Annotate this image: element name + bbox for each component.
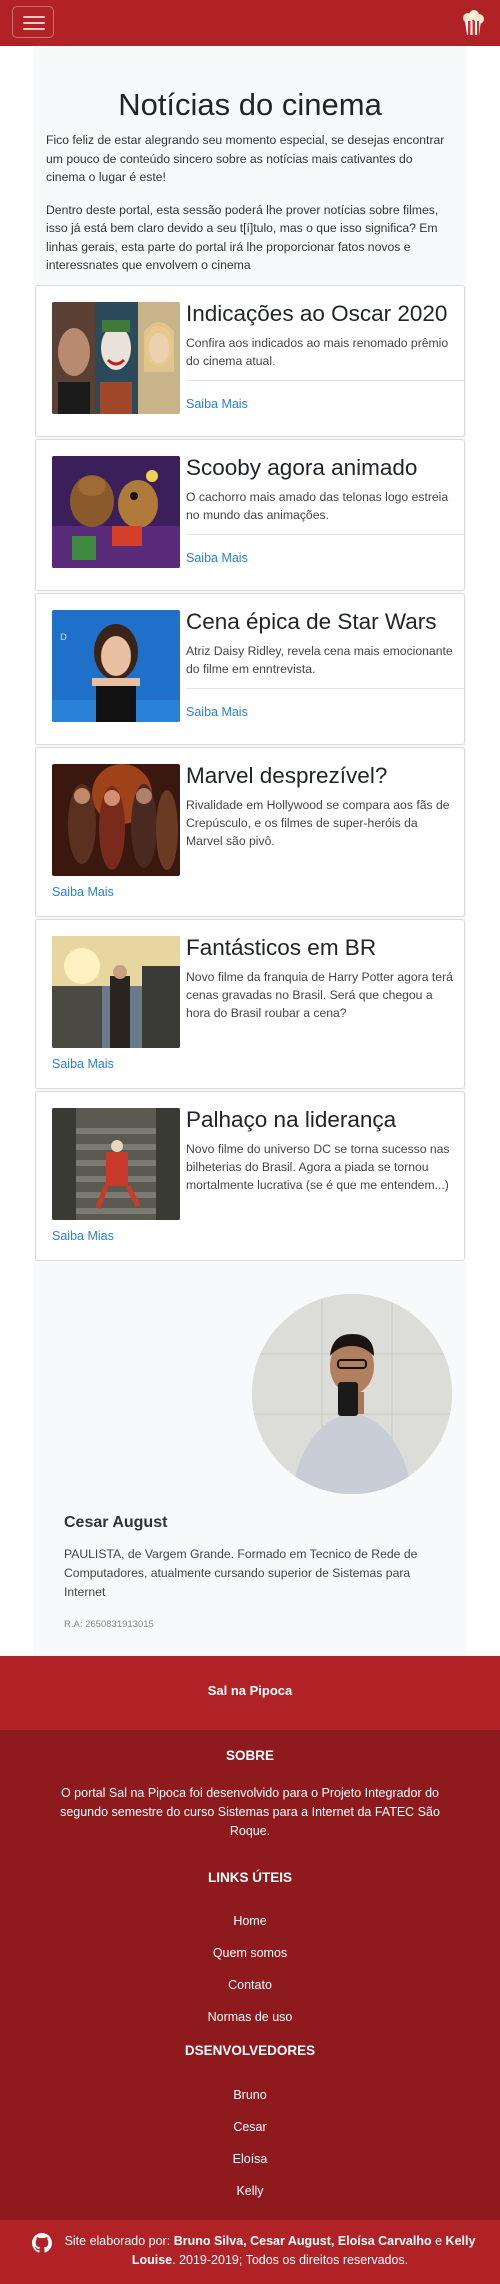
profile-avatar bbox=[252, 1293, 452, 1494]
useful-links-heading: LINKS ÚTEIS bbox=[207, 1870, 292, 1885]
read-more-link[interactable]: Saiba Mais bbox=[186, 397, 248, 411]
developer-profile: Cesar August PAULISTA, de Vargem Grande.… bbox=[34, 1269, 466, 1669]
read-more-link[interactable]: Saiba Mias bbox=[52, 1229, 114, 1243]
footer-link-contact[interactable]: Contato bbox=[0, 1978, 500, 1992]
marvel-avengers-image bbox=[52, 763, 180, 876]
fantastic-beasts-image bbox=[52, 935, 180, 1048]
top-navbar bbox=[0, 0, 500, 46]
news-title: Fantásticos em BR bbox=[186, 934, 377, 960]
news-title: Marvel desprezível? bbox=[186, 762, 388, 788]
footer-link-home[interactable]: Home bbox=[0, 1914, 500, 1928]
about-text: O portal Sal na Pipoca foi desenvolvido … bbox=[60, 1786, 440, 1838]
intro-paragraph-2: Dentro deste portal, esta sessão poderá … bbox=[46, 202, 439, 273]
news-text: Novo filme do universo DC se torna suces… bbox=[186, 1141, 450, 1192]
news-card-oscar: Indicações ao Oscar 2020 Confira aos ind… bbox=[35, 284, 465, 437]
scooby-movie-image bbox=[52, 455, 180, 568]
footer-dev-eloisa[interactable]: Eloísa bbox=[0, 2152, 500, 2166]
about-heading: SOBRE bbox=[225, 1748, 274, 1763]
footer-dev-kelly[interactable]: Kelly bbox=[0, 2184, 500, 2198]
svg-text:D: D bbox=[60, 633, 67, 643]
read-more-link[interactable]: Saiba Mais bbox=[186, 705, 248, 719]
footer-brand: Sal na Pipoca bbox=[207, 1683, 293, 1698]
daisy-ridley-image: D bbox=[52, 609, 180, 722]
profile-name: Cesar August bbox=[64, 1513, 168, 1531]
page: Notícias do cinema Fico feliz de estar a… bbox=[0, 0, 500, 2284]
news-card-marvel: Marvel desprezível? Rivalidade em Hollyw… bbox=[35, 746, 465, 917]
read-more-link[interactable]: Saiba Mais bbox=[52, 885, 114, 899]
oscar-nominees-image bbox=[52, 301, 180, 414]
hamburger-menu-button[interactable] bbox=[12, 6, 54, 38]
news-card-fantastic: Fantásticos em BR Novo filme da franquia… bbox=[35, 918, 465, 1089]
news-text: Rivalidade em Hollywood se compara aos f… bbox=[186, 797, 450, 848]
read-more-link[interactable]: Saiba Mais bbox=[186, 551, 248, 565]
news-card-scooby: Scooby agora animado O cachorro mais ama… bbox=[35, 438, 465, 591]
developers-heading: DSENVOLVEDORES bbox=[184, 2043, 316, 2058]
news-title: Palhaço na liderança bbox=[186, 1106, 397, 1132]
hamburger-icon bbox=[23, 16, 45, 18]
news-text: Novo filme da franquia de Harry Potter a… bbox=[186, 969, 453, 1020]
profile-bio: PAULISTA, de Vargem Grande. Formado em T… bbox=[64, 1546, 418, 1599]
profile-ra: R.A: 2650831913015 bbox=[64, 1618, 154, 1630]
news-text: Atriz Daisy Ridley, revela cena mais emo… bbox=[186, 643, 453, 676]
news-text: O cachorro mais amado das telonas logo e… bbox=[186, 489, 449, 522]
footer-brand-bar: Sal na Pipoca bbox=[0, 1656, 500, 1730]
footer-link-terms[interactable]: Normas de uso bbox=[0, 2010, 500, 2024]
news-title: Scooby agora animado bbox=[186, 454, 418, 480]
read-more-link[interactable]: Saiba Mais bbox=[52, 1057, 114, 1071]
news-title: Cena épica de Star Wars bbox=[186, 608, 437, 634]
footer-dev-cesar[interactable]: Cesar bbox=[0, 2120, 500, 2134]
footer-dev-bruno[interactable]: Bruno bbox=[0, 2088, 500, 2102]
main-container: Notícias do cinema Fico feliz de estar a… bbox=[34, 46, 466, 1656]
page-title: Notícias do cinema bbox=[118, 87, 382, 122]
news-title: Indicações ao Oscar 2020 bbox=[186, 300, 448, 326]
credits-bar: Site elaborado por: Bruno Silva, Cesar A… bbox=[0, 2220, 500, 2284]
github-icon[interactable] bbox=[32, 2233, 52, 2253]
divider bbox=[186, 533, 464, 535]
credits-text: Site elaborado por: Bruno Silva, Cesar A… bbox=[64, 2234, 476, 2267]
site-footer: SOBRE O portal Sal na Pipoca foi desenvo… bbox=[0, 1730, 500, 2220]
divider bbox=[186, 687, 464, 689]
joker-stairs-image bbox=[52, 1107, 180, 1220]
popcorn-logo-icon[interactable] bbox=[460, 10, 486, 36]
intro-paragraph-1: Fico feliz de estar alegrando seu moment… bbox=[46, 133, 445, 185]
divider bbox=[186, 379, 464, 381]
news-card-joker: Palhaço na liderança Novo filme do unive… bbox=[35, 1090, 465, 1261]
footer-link-about-us[interactable]: Quem somos bbox=[0, 1946, 500, 1960]
news-text: Confira aos indicados ao mais renomado p… bbox=[186, 335, 449, 368]
credits-names: Bruno Silva, Cesar August, Eloísa Carval… bbox=[173, 2234, 432, 2248]
news-card-starwars: D Cena épica de Star Wars Atriz Daisy Ri… bbox=[35, 592, 465, 745]
